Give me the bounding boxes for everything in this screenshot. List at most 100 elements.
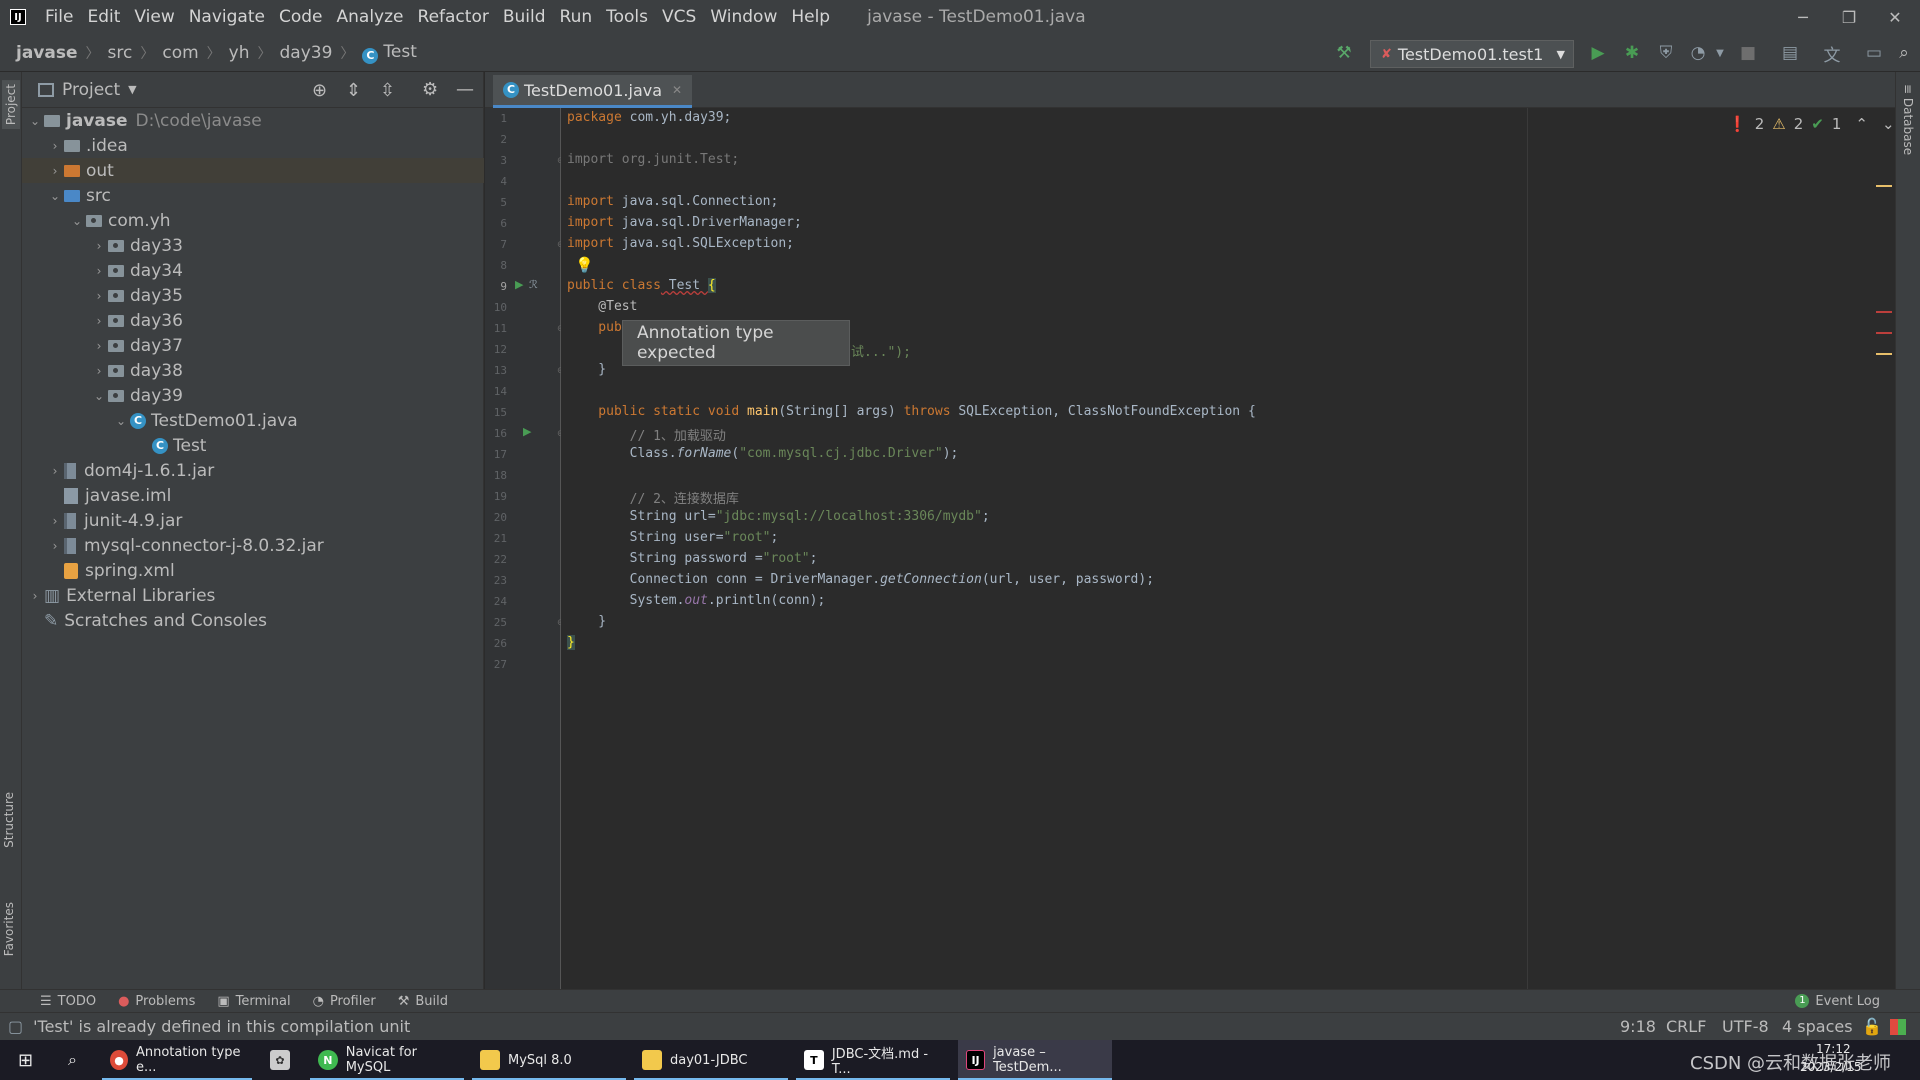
tree-item-day39[interactable]: ⌄ day39: [22, 383, 484, 408]
tree-item-test-class[interactable]: C Test: [22, 433, 484, 458]
breadcrumb-src[interactable]: src: [104, 43, 137, 63]
expand-all-icon[interactable]: ⇕: [346, 80, 361, 101]
run-configuration-select[interactable]: ✘ TestDemo01.test1 ▼: [1370, 40, 1574, 68]
stop-icon[interactable]: ■: [1736, 41, 1760, 65]
lightbulb-icon[interactable]: 💡: [575, 256, 594, 274]
search-icon[interactable]: ⌕: [1892, 41, 1916, 65]
close-tab-icon[interactable]: ✕: [672, 83, 682, 97]
taskbar-chrome[interactable]: ● Annotation type e...: [102, 1040, 252, 1080]
terminal-tool-button[interactable]: ▣ Terminal: [217, 994, 290, 1009]
tree-item-day33[interactable]: › day33: [22, 233, 484, 258]
file-encoding[interactable]: UTF-8: [1722, 1017, 1769, 1036]
search-button[interactable]: ⌕: [60, 1040, 90, 1080]
warning-stripe-marker[interactable]: [1876, 353, 1892, 355]
breadcrumb-javase[interactable]: javase: [12, 43, 82, 63]
project-tool-tab[interactable]: Project: [2, 80, 20, 130]
menu-analyze[interactable]: Analyze: [330, 7, 411, 27]
breadcrumb-test[interactable]: C Test: [358, 42, 420, 64]
edit-config-icon[interactable]: ℛ: [529, 278, 538, 291]
project-structure-icon[interactable]: ▤: [1778, 41, 1802, 65]
tree-item-testdemo01[interactable]: ⌄ C TestDemo01.java: [22, 408, 484, 433]
menu-file[interactable]: File: [38, 7, 80, 27]
status-panel-icon[interactable]: ▢: [8, 1017, 23, 1036]
caret-position[interactable]: 9:18: [1620, 1017, 1656, 1036]
tab-testdemo01[interactable]: C TestDemo01.java ✕: [493, 75, 693, 108]
problems-tool-button[interactable]: ● Problems: [118, 994, 195, 1009]
profiler-tool-button[interactable]: ◔ Profiler: [313, 994, 376, 1009]
warning-stripe-marker[interactable]: [1876, 185, 1892, 187]
debug-icon[interactable]: ✱: [1620, 41, 1644, 65]
menu-run[interactable]: Run: [553, 7, 600, 27]
menu-vcs[interactable]: VCS: [655, 7, 703, 27]
hide-panel-icon[interactable]: —: [456, 79, 474, 100]
tree-item-dom4j-jar[interactable]: › dom4j-1.6.1.jar: [22, 458, 484, 483]
menu-view[interactable]: View: [127, 7, 181, 27]
settings-gear-icon[interactable]: ⚙: [422, 79, 438, 100]
taskbar-day01-folder[interactable]: day01-JDBC: [634, 1040, 788, 1080]
tree-item-day36[interactable]: › day36: [22, 308, 484, 333]
menu-navigate[interactable]: Navigate: [182, 7, 272, 27]
run-gutter-icon[interactable]: ▶: [515, 278, 523, 291]
favorites-tool-tab[interactable]: Favorites: [2, 902, 16, 956]
tree-item-idea[interactable]: › .idea: [22, 133, 484, 158]
event-log-button[interactable]: 1 Event Log: [1795, 994, 1880, 1009]
indent-setting[interactable]: 4 spaces: [1782, 1017, 1853, 1036]
tree-item-day37[interactable]: › day37: [22, 333, 484, 358]
build-tool-button[interactable]: ⚒ Build: [398, 994, 448, 1009]
run-gutter-icon[interactable]: ▶: [523, 425, 531, 438]
taskbar-app-flower[interactable]: ✿: [262, 1040, 302, 1080]
database-tool-tab[interactable]: ≡ Database: [1901, 84, 1915, 155]
line-separator[interactable]: CRLF: [1666, 1017, 1706, 1036]
coverage-icon[interactable]: ⛨: [1654, 41, 1678, 65]
chevron-down-icon[interactable]: ⌄: [1882, 115, 1895, 133]
tree-item-src[interactable]: ⌄ src: [22, 183, 484, 208]
breadcrumb-yh[interactable]: yh: [225, 43, 254, 63]
minimize-button[interactable]: ─: [1780, 0, 1826, 34]
locate-icon[interactable]: ⊕: [312, 80, 327, 101]
start-button[interactable]: ⊞: [10, 1040, 40, 1080]
tree-item-out[interactable]: › out: [22, 158, 484, 183]
tree-item-day35[interactable]: › day35: [22, 283, 484, 308]
menu-help[interactable]: Help: [784, 7, 837, 27]
breadcrumb-day39[interactable]: day39: [276, 43, 337, 63]
structure-tool-tab[interactable]: Structure: [2, 792, 16, 848]
tree-item-junit-jar[interactable]: › junit-4.9.jar: [22, 508, 484, 533]
error-stripe-marker[interactable]: [1876, 332, 1892, 334]
clock-date[interactable]: 2023/2/15: [1800, 1060, 1862, 1074]
taskbar-navicat[interactable]: N Navicat for MySQL: [310, 1040, 464, 1080]
chevron-down-icon[interactable]: ▼: [128, 83, 136, 96]
inspection-widget[interactable]: ❗ 2 ⚠ 2 ✔ 1 ⌃ ⌄: [1728, 115, 1895, 133]
tree-item-javase[interactable]: ⌄ javase D:\code\javase: [22, 108, 484, 133]
project-view-title[interactable]: Project: [62, 80, 120, 100]
code-editor[interactable]: package com.yh.day39; import org.junit.T…: [561, 108, 1895, 989]
presentation-icon[interactable]: ▭: [1862, 41, 1886, 65]
tree-item-spring-xml[interactable]: spring.xml: [22, 558, 484, 583]
collapse-all-icon[interactable]: ⇳: [380, 80, 395, 101]
tree-item-scratches[interactable]: ✎ Scratches and Consoles: [22, 608, 484, 633]
tree-item-day34[interactable]: › day34: [22, 258, 484, 283]
menu-window[interactable]: Window: [703, 7, 784, 27]
taskbar-typora[interactable]: T JDBC-文档.md - T...: [796, 1040, 950, 1080]
menu-tools[interactable]: Tools: [599, 7, 655, 27]
menu-build[interactable]: Build: [496, 7, 553, 27]
tree-item-day38[interactable]: › day38: [22, 358, 484, 383]
menu-refactor[interactable]: Refactor: [411, 7, 496, 27]
close-window-button[interactable]: ✕: [1872, 0, 1918, 34]
taskbar-intellij[interactable]: IJ javase – TestDem...: [958, 1040, 1112, 1080]
tree-item-javase-iml[interactable]: javase.iml: [22, 483, 484, 508]
clock-time[interactable]: 17:12: [1816, 1042, 1851, 1056]
restore-button[interactable]: ❐: [1826, 0, 1872, 34]
profile-icon[interactable]: ◔: [1686, 41, 1710, 65]
menu-edit[interactable]: Edit: [80, 7, 127, 27]
chevron-up-icon[interactable]: ⌃: [1855, 115, 1868, 133]
translate-icon[interactable]: 文: [1820, 41, 1844, 66]
error-stripe-marker[interactable]: [1876, 311, 1892, 313]
breadcrumb-com[interactable]: com: [158, 43, 202, 63]
tree-item-com-yh[interactable]: ⌄ com.yh: [22, 208, 484, 233]
tree-item-mysql-connector-jar[interactable]: › mysql-connector-j-8.0.32.jar: [22, 533, 484, 558]
chevron-down-icon[interactable]: ▼: [1708, 41, 1732, 65]
lock-icon[interactable]: 🔓: [1862, 1017, 1882, 1036]
menu-code[interactable]: Code: [272, 7, 330, 27]
todo-tool-button[interactable]: ☰ TODO: [40, 994, 96, 1009]
taskbar-mysql-folder[interactable]: MySql 8.0: [472, 1040, 626, 1080]
